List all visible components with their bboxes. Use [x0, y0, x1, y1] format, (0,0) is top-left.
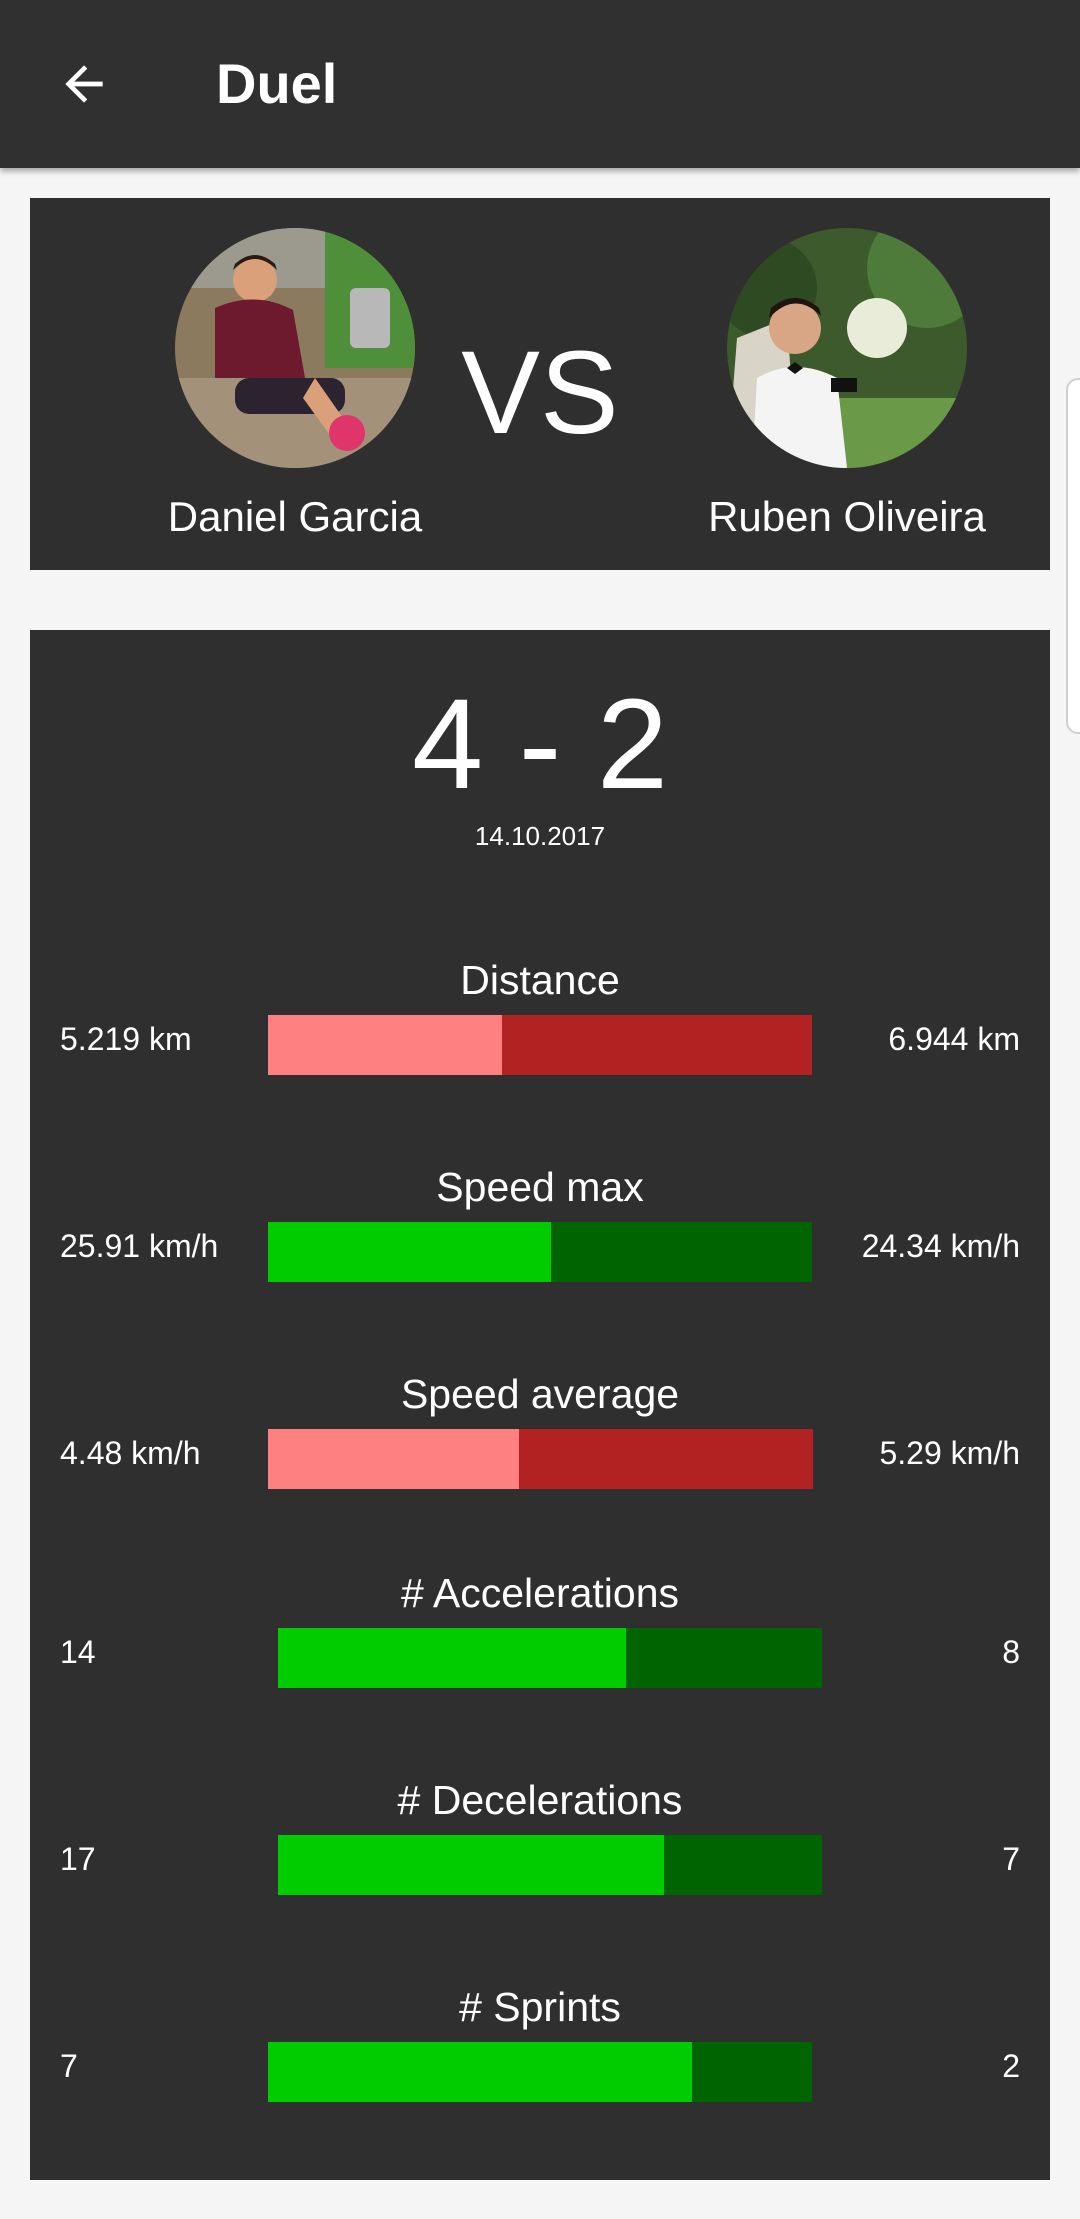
- player-left-name: Daniel Garcia: [167, 493, 423, 540]
- stat-comparison-bar: [268, 1222, 812, 1282]
- stat-right-value: 8: [1002, 1634, 1020, 1670]
- stat-label: # Accelerations: [400, 1570, 680, 1616]
- duel-stats-card: 4 - 2 14.10.2017 Distance 5.219 km 6.944 k…: [30, 630, 1050, 2180]
- players-card: Daniel Garcia VS Ruben Oliveira: [30, 198, 1050, 570]
- bar-left-segment: [268, 2042, 693, 2102]
- stat-row: Speed max 25.91 km/h 24.34 km/h: [30, 1162, 1050, 1362]
- arrow-back-icon: [65, 65, 103, 103]
- bar-right-segment: [501, 1015, 812, 1075]
- player-right[interactable]: Ruben Oliveira: [677, 228, 1017, 544]
- stat-row: # Decelerations 17 7: [30, 1775, 1050, 1975]
- app-bar: Duel: [0, 0, 1080, 168]
- stat-row: # Accelerations 14 8: [30, 1568, 1050, 1768]
- page-title: Duel: [216, 52, 338, 115]
- bar-left-segment: [278, 1628, 627, 1688]
- bar-left-segment: [268, 1429, 519, 1489]
- stat-row: Speed average 4.48 km/h 5.29 km/h: [30, 1369, 1050, 1569]
- stat-comparison-bar: [278, 1835, 822, 1895]
- stat-left-value: 14: [60, 1634, 96, 1670]
- stat-right-value: 6.944 km: [888, 1021, 1020, 1057]
- bar-left-segment: [278, 1835, 665, 1895]
- stat-left-value: 4.48 km/h: [60, 1435, 201, 1471]
- stat-left-value: 17: [60, 1841, 96, 1877]
- back-button[interactable]: [44, 44, 124, 124]
- stat-label: Distance: [460, 957, 620, 1003]
- duel-date: 14.10.2017: [474, 821, 606, 851]
- bar-right-segment: [664, 1835, 822, 1895]
- stat-comparison-bar: [268, 1015, 812, 1075]
- bar-left-segment: [268, 1015, 502, 1075]
- stat-label: # Decelerations: [397, 1777, 683, 1823]
- stat-left-value: 5.219 km: [60, 1021, 192, 1057]
- stat-left-value: 25.91 km/h: [60, 1228, 219, 1264]
- bar-left-segment: [268, 1222, 551, 1282]
- stat-row: # Sprints 7 2: [30, 1982, 1050, 2182]
- stat-label: Speed average: [400, 1371, 680, 1417]
- bar-right-segment: [626, 1628, 822, 1688]
- avatar-right: [727, 228, 967, 468]
- stat-comparison-bar: [268, 1429, 813, 1489]
- stat-label: Speed max: [436, 1164, 644, 1210]
- bar-right-segment: [518, 1429, 813, 1489]
- stat-row: Distance 5.219 km 6.944 km: [30, 955, 1050, 1155]
- stat-left-value: 7: [60, 2048, 78, 2084]
- duel-score: 4 - 2: [411, 673, 669, 816]
- edge-panel-handle[interactable]: [1066, 378, 1080, 734]
- stat-right-value: 7: [1002, 1841, 1020, 1877]
- stat-right-value: 5.29 km/h: [879, 1435, 1020, 1471]
- stat-comparison-bar: [278, 1628, 822, 1688]
- bar-right-segment: [550, 1222, 812, 1282]
- stat-right-value: 2: [1002, 2048, 1020, 2084]
- bar-right-segment: [692, 2042, 812, 2102]
- stat-right-value: 24.34 km/h: [861, 1228, 1020, 1264]
- stat-label: # Sprints: [459, 1984, 621, 2030]
- stat-comparison-bar: [268, 2042, 812, 2102]
- player-right-name: Ruben Oliveira: [708, 493, 986, 540]
